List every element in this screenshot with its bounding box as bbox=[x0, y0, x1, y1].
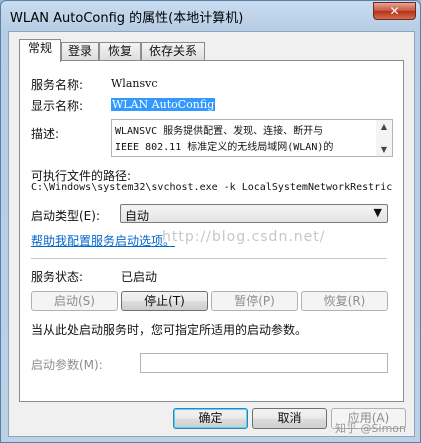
stop-button[interactable]: 停止(T) bbox=[121, 291, 208, 311]
description-line-2: IEEE 802.11 标准定义的无线局域网(WLAN)的 bbox=[115, 142, 334, 153]
close-icon: ✕ bbox=[389, 4, 400, 18]
tab-logon[interactable]: 登录 bbox=[61, 42, 99, 61]
description-scrollbar[interactable]: ▲ ▼ bbox=[376, 119, 393, 157]
start-button[interactable]: 启动(S) bbox=[31, 291, 118, 311]
tab-general[interactable]: 常规 bbox=[19, 39, 61, 62]
close-button[interactable]: ✕ bbox=[373, 2, 416, 20]
site-watermark: 知乎 @Simon bbox=[335, 422, 406, 435]
pause-button[interactable]: 暂停(P) bbox=[211, 291, 298, 311]
ok-button[interactable]: 确定 bbox=[173, 408, 248, 429]
service-name-label: 服务名称: bbox=[31, 78, 84, 92]
start-params-hint: 当从此处启动服务时，您可指定所适用的启动参数。 bbox=[31, 323, 308, 337]
blog-watermark: http://blog.csdn.net/ bbox=[162, 229, 326, 245]
scroll-down-arrow-icon[interactable]: ▼ bbox=[376, 144, 392, 156]
startup-type-label: 启动类型(E): bbox=[31, 209, 100, 223]
cancel-button[interactable]: 取消 bbox=[252, 408, 327, 429]
service-status-value: 已启动 bbox=[121, 270, 158, 284]
display-name-label: 显示名称: bbox=[31, 99, 84, 113]
dialog-client-area: 常规 登录 恢复 依存关系 服务名称: Wlansvc 显示名称: WLAN A… bbox=[8, 31, 415, 437]
window-title: WLAN AutoConfig 的属性(本地计算机) bbox=[10, 11, 244, 26]
tab-dependencies[interactable]: 依存关系 bbox=[141, 42, 205, 61]
description-line-1: WLANSVC 服务提供配置、发现、连接、断开与 bbox=[115, 126, 324, 137]
start-params-input[interactable] bbox=[140, 353, 388, 373]
exe-path-value: C:\Windows\system32\svchost.exe -k Local… bbox=[31, 182, 393, 193]
help-configure-link[interactable]: 帮助我配置服务启动选项。 bbox=[31, 232, 175, 249]
description-label: 描述: bbox=[31, 127, 60, 141]
start-params-label: 启动参数(M): bbox=[31, 358, 103, 372]
resume-button[interactable]: 恢复(R) bbox=[301, 291, 388, 311]
chevron-down-icon: ▼ bbox=[373, 206, 382, 219]
title-bar[interactable]: WLAN AutoConfig 的属性(本地计算机) ✕ bbox=[1, 1, 420, 31]
display-name-field[interactable]: WLAN AutoConfig bbox=[111, 98, 216, 111]
scroll-up-arrow-icon[interactable]: ▲ bbox=[376, 121, 392, 133]
service-status-label: 服务状态: bbox=[31, 270, 84, 284]
service-name-value: Wlansvc bbox=[111, 77, 158, 90]
tab-recovery[interactable]: 恢复 bbox=[99, 42, 141, 61]
properties-window: WLAN AutoConfig 的属性(本地计算机) ✕ 常规 登录 恢复 依存… bbox=[0, 0, 421, 443]
general-tab-panel: 服务名称: Wlansvc 显示名称: WLAN AutoConfig 描述: … bbox=[19, 60, 404, 402]
startup-type-value: 自动 bbox=[125, 209, 150, 223]
description-textbox[interactable]: WLANSVC 服务提供配置、发现、连接、断开与 IEEE 802.11 标准定… bbox=[111, 119, 386, 157]
startup-type-select[interactable]: 自动 ▼ bbox=[120, 204, 388, 223]
separator bbox=[31, 258, 387, 259]
